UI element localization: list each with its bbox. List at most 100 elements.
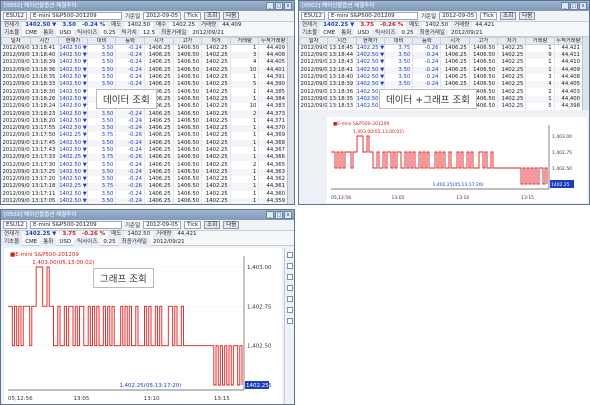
col-header[interactable]: 대비 xyxy=(86,37,117,45)
table-cell: -0.24 xyxy=(115,59,145,67)
table-scrollbar[interactable] xyxy=(287,37,294,204)
col-header[interactable]: 거래량 xyxy=(229,37,260,45)
table-row[interactable]: 2012/09/0513:18:401402.50 ▼3.50-0.241406… xyxy=(1,52,288,60)
table-row[interactable]: 2012/09/05 13:17:33 1402.25 ▼ 3.75 -0.26 1406… xyxy=(1,154,288,162)
table-row[interactable]: 2012/09/0513:18:411402.50 ▼3.50-0.241406… xyxy=(1,44,288,52)
next-button[interactable]: 다음 xyxy=(223,12,240,20)
table-cell: 1402.25 xyxy=(201,117,231,125)
col-header[interactable]: 누적거래량 xyxy=(553,37,584,45)
date-input[interactable]: 2012-09-05 xyxy=(143,12,182,20)
table-row[interactable]: 2012/09/05 13:17:43 1402.50 ▼ 3.50 -0.24 1406… xyxy=(1,146,288,155)
table-row[interactable]: 2012/09/05 13:17:18 1402.25 ▼ 3.75 -0.26 1406… xyxy=(1,183,288,191)
col-header[interactable]: 누적거래량 xyxy=(258,37,288,45)
maximize-icon[interactable]: □ xyxy=(570,2,578,10)
table-row[interactable]: 2012/09/05 13:17:25 1402.50 ▼ 3.50 -0.24 1406… xyxy=(1,168,288,177)
code-input[interactable]: ESU12 xyxy=(3,12,27,20)
tick-size-value: 0.25 xyxy=(401,29,414,36)
code-input[interactable]: ESU12 xyxy=(3,221,27,229)
maximize-icon[interactable]: □ xyxy=(275,2,283,10)
minimize-icon[interactable]: _ xyxy=(266,2,274,10)
print-tool-icon[interactable] xyxy=(286,318,293,324)
table-row[interactable]: 2012/09/0513:18:351402.50 ▼3.50-0.241406… xyxy=(1,73,288,82)
table-scrollbar[interactable] xyxy=(582,37,589,110)
col-header[interactable]: 현재가 xyxy=(355,37,385,45)
query-button[interactable]: 조회 xyxy=(204,12,221,20)
table-cell: 1402.25 xyxy=(497,59,527,67)
table-cell: 44,363 xyxy=(258,168,288,177)
table-cell: 1402.50 ▼ xyxy=(356,73,385,82)
col-header[interactable]: 고가 xyxy=(468,37,499,45)
col-header[interactable]: 대비 xyxy=(383,37,414,45)
line-tool-icon[interactable] xyxy=(286,252,293,258)
col-header[interactable]: 등락 xyxy=(115,37,145,45)
table-cell: 13:18:36 xyxy=(30,66,60,74)
table-row[interactable]: 2012/09/0513:18:451402.25 ▼3.75-0.261406… xyxy=(299,44,584,52)
table-row[interactable]: 2012/09/05 13:17:45 1402.50 ▼ 3.50 -0.24 1406… xyxy=(1,139,288,147)
col-header[interactable]: 고가 xyxy=(172,37,203,45)
col-header[interactable]: 저가 xyxy=(201,37,231,45)
minimize-icon[interactable]: _ xyxy=(561,2,569,10)
table-cell: 1402.25 xyxy=(201,168,231,177)
minimize-icon[interactable]: _ xyxy=(266,211,274,219)
query-button[interactable]: 조회 xyxy=(500,12,517,20)
table-row[interactable]: 2012/09/0513:18:361402.50 ▼3.50-0.241406… xyxy=(1,66,288,74)
table-row[interactable]: 2012/09/0513:18:441402.50 ▼3.50-0.241406… xyxy=(299,52,584,60)
col-header[interactable]: 시가 xyxy=(143,37,174,45)
toolbar: ESU12 E-mini S&P500-201209 기준일 2012-09-0… xyxy=(299,11,589,21)
col-header[interactable]: 저가 xyxy=(497,37,527,45)
table-row[interactable]: 2012/09/0513:18:331402.50 ▼3.50-0.241406… xyxy=(1,81,288,89)
table-row[interactable]: 2012/09/0513:18:431402.50 ▼3.50-0.241406… xyxy=(299,59,584,67)
y-tick-label: 1,402.50 xyxy=(552,166,572,172)
close-icon[interactable]: x xyxy=(579,2,587,10)
maximize-icon[interactable]: □ xyxy=(275,211,283,219)
eraser-tool-icon[interactable] xyxy=(286,296,293,302)
next-button[interactable]: 다음 xyxy=(223,221,240,229)
table-cell: 2012/09/05 xyxy=(1,183,31,191)
interval-select[interactable]: Tick xyxy=(184,221,202,229)
table-cell: 1402.50 ▼ xyxy=(58,176,88,184)
table-cell: 1 xyxy=(230,154,260,162)
code-input[interactable]: ESU12 xyxy=(301,12,325,20)
settings-tool-icon[interactable] xyxy=(286,307,293,313)
table-row[interactable]: 2012/09/05 13:17:50 1402.25 ▼ 3.75 -0.26 1406… xyxy=(1,132,288,140)
table-cell: 1402.25 xyxy=(201,190,231,198)
date-input[interactable]: 2012-09-05 xyxy=(143,221,182,229)
col-header[interactable]: 현재가 xyxy=(58,37,88,45)
query-button[interactable]: 조회 xyxy=(204,221,221,229)
table-cell: 2012/09/05 xyxy=(1,117,31,125)
next-button[interactable]: 다음 xyxy=(519,12,536,20)
zoom-tool-icon[interactable] xyxy=(286,263,293,269)
interval-select[interactable]: Tick xyxy=(480,12,498,20)
table-row[interactable]: 2012/09/05 13:17:11 1402.50 ▼ 3.50 -0.24 1406… xyxy=(1,190,288,198)
table-cell: 1 xyxy=(525,95,555,104)
table-cell: 1402.25 xyxy=(497,103,527,111)
price-chart-small[interactable]: 1,403.001,402.751,402.501,402.2505,12:56… xyxy=(327,117,587,203)
col-header[interactable]: 거래량 xyxy=(525,37,555,45)
table-cell: 1402.50 ▼ xyxy=(58,190,88,198)
table-row[interactable]: 2012/09/05 13:18:20 1402.50 ▼ 3.50 -0.24 1406… xyxy=(1,117,288,125)
close-icon[interactable]: x xyxy=(284,211,292,219)
text-tool-icon[interactable] xyxy=(286,285,293,291)
col-header[interactable]: 일자 xyxy=(299,37,329,45)
col-header[interactable]: 등락 xyxy=(412,37,442,45)
close-icon[interactable]: x xyxy=(284,2,292,10)
table-row[interactable]: 2012/09/0513:18:391402.50 ▼3.50-0.241406… xyxy=(299,81,584,89)
table-row[interactable]: 2012/09/05 13:17:20 1402.50 ▼ 3.50 -0.24 1406… xyxy=(1,176,288,184)
table-row[interactable]: 2012/09/05 13:17:05 1402.50 ▼ 3.50 -0.24 1406… xyxy=(1,197,288,204)
table-row[interactable]: 2012/09/0513:18:401402.50 ▼3.50-0.241406… xyxy=(299,73,584,82)
table-row[interactable]: 2012/09/0513:18:411402.50 ▼3.50-0.241406… xyxy=(299,66,584,74)
date-input[interactable]: 2012-09-05 xyxy=(439,12,478,20)
col-header[interactable]: 일자 xyxy=(1,37,31,45)
col-header[interactable]: 시가 xyxy=(440,37,470,45)
col-header[interactable]: 시간 xyxy=(29,37,60,45)
table-cell: 2012/09/05 xyxy=(299,81,329,89)
table-row[interactable]: 2012/09/05 13:17:30 1402.50 ▼ 3.50 -0.24 1406… xyxy=(1,161,288,169)
col-header[interactable]: 시간 xyxy=(327,37,357,45)
crosshair-tool-icon[interactable] xyxy=(286,274,293,280)
table-cell: 44,384 xyxy=(258,95,288,104)
currency-value: USD xyxy=(59,238,72,245)
table-row[interactable]: 2012/09/05 13:18:23 1402.50 ▼ 3.50 -0.24 1406… xyxy=(1,110,288,118)
interval-select[interactable]: Tick xyxy=(184,12,202,20)
table-row[interactable]: 2012/09/0513:18:391402.50 ▼3.50-0.241406… xyxy=(1,59,288,67)
table-row[interactable]: 2012/09/05 13:17:55 1402.50 ▼ 3.50 -0.24 1406… xyxy=(1,124,288,133)
